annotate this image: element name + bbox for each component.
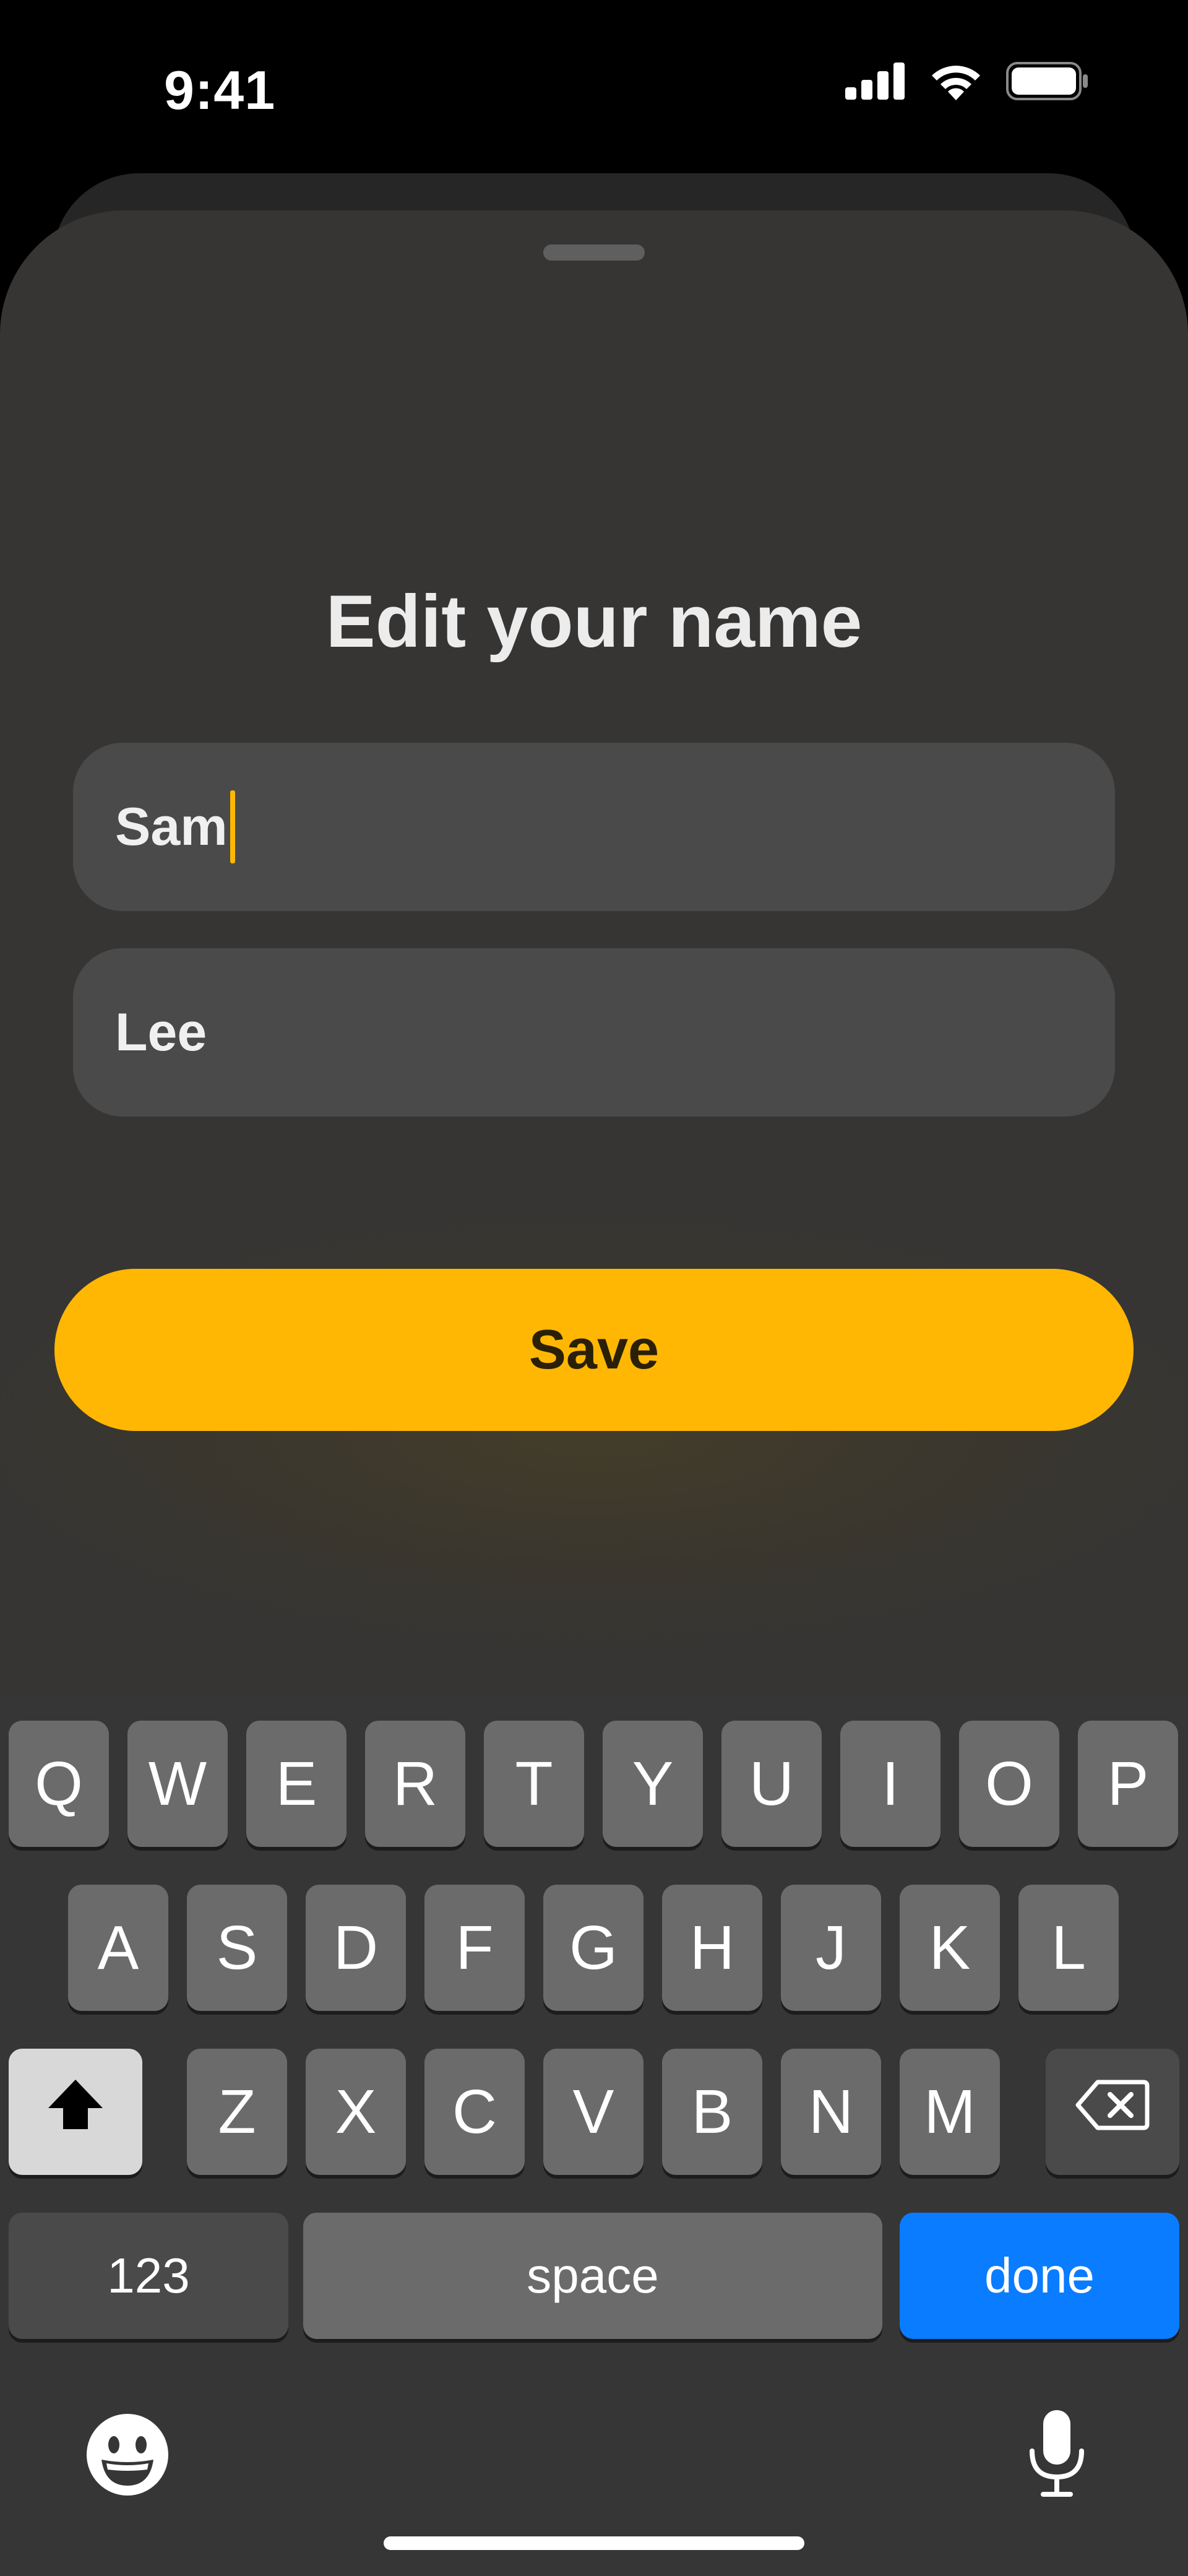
key-q[interactable]: Q [9,1721,109,1847]
key-s[interactable]: S [187,1885,287,2011]
key-c[interactable]: C [424,2049,525,2175]
key-n[interactable]: N [781,2049,881,2175]
shift-key[interactable] [9,2049,142,2175]
key-f[interactable]: F [424,1885,525,2011]
key-a[interactable]: A [68,1885,168,2011]
key-w[interactable]: W [127,1721,228,1847]
first-name-input[interactable]: Sam [115,797,228,858]
keyboard: Q W E R T Y U I O P A S D F G H J K L Z … [0,1696,1188,2576]
key-j[interactable]: J [781,1885,881,2011]
done-key[interactable]: done [900,2213,1179,2339]
last-name-input[interactable]: Lee [115,1002,207,1063]
key-b[interactable]: B [662,2049,762,2175]
sheet-grabber[interactable] [543,244,645,261]
microphone-icon[interactable] [1027,2408,1087,2502]
status-bar: 9:41 [0,0,1188,173]
last-name-field[interactable]: Lee [73,948,1115,1117]
key-z[interactable]: Z [187,2049,287,2175]
battery-icon [1006,62,1089,103]
key-r[interactable]: R [365,1721,465,1847]
status-time: 9:41 [164,59,276,121]
key-x[interactable]: X [306,2049,406,2175]
first-name-field[interactable]: Sam [73,743,1115,911]
text-caret [230,790,235,863]
key-o[interactable]: O [959,1721,1059,1847]
status-icons [845,62,1089,103]
key-d[interactable]: D [306,1885,406,2011]
sheet-title: Edit your name [325,580,863,663]
shift-icon [45,2073,106,2150]
emoji-icon[interactable] [85,2413,170,2500]
key-e[interactable]: E [246,1721,346,1847]
delete-icon [1075,2077,1150,2148]
key-l[interactable]: L [1018,1885,1119,2011]
save-button[interactable]: Save [54,1269,1134,1431]
key-g[interactable]: G [543,1885,644,2011]
key-h[interactable]: H [662,1885,762,2011]
key-p[interactable]: P [1078,1721,1178,1847]
key-v[interactable]: V [543,2049,644,2175]
cellular-signal-icon [845,63,906,103]
key-t[interactable]: T [484,1721,584,1847]
key-u[interactable]: U [721,1721,822,1847]
numbers-key[interactable]: 123 [9,2213,288,2339]
key-m[interactable]: M [900,2049,1000,2175]
key-i[interactable]: I [840,1721,940,1847]
home-indicator [384,2536,804,2550]
key-k[interactable]: K [900,1885,1000,2011]
wifi-icon [929,62,983,103]
delete-key[interactable] [1046,2049,1179,2175]
key-y[interactable]: Y [603,1721,703,1847]
space-key[interactable]: space [303,2213,882,2339]
